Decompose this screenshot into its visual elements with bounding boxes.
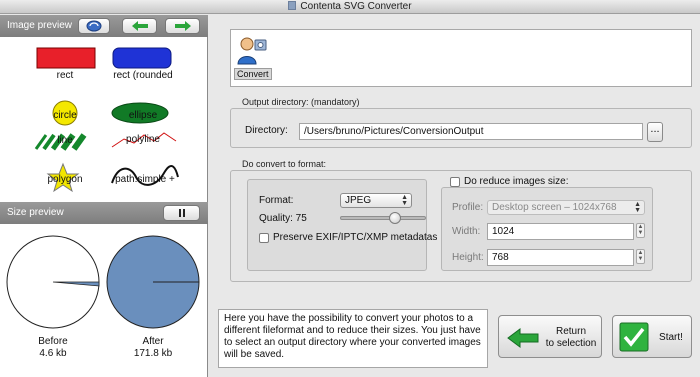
image-preview-header: Image preview — [0, 15, 208, 37]
quality-label: Quality: 75 — [259, 213, 307, 224]
thumb-label: rect (rounded — [113, 70, 173, 81]
preserve-metadata-checkbox[interactable] — [259, 233, 269, 243]
reduce-size-label: Do reduce images size: — [464, 176, 569, 187]
output-group-title: Output directory: (mandatory) — [242, 97, 360, 107]
convert-label: Convert — [234, 68, 272, 80]
format-outer-group: Format: JPEG ▲ ▼ Quality: 75 Preserve EXI… — [230, 170, 692, 282]
title-bar: Contenta SVG Converter — [0, 0, 700, 14]
left-panel: Image preview rect rect (rounded circle … — [0, 15, 208, 377]
start-button[interactable]: Start! — [612, 315, 692, 358]
checkmark-icon — [619, 322, 649, 352]
window-title-wrap: Contenta SVG Converter — [0, 1, 700, 12]
after-caption: After 171.8 kb — [108, 336, 198, 360]
select-arrows-icon: ▲ ▼ — [401, 194, 408, 207]
rect-thumbnail — [36, 47, 96, 69]
before-caption: Before 4.6 kb — [8, 336, 98, 360]
directory-field[interactable]: /Users/bruno/Pictures/ConversionOutput — [299, 123, 643, 140]
return-label: Return to selection — [543, 326, 599, 350]
select-arrows-icon: ▲ ▼ — [634, 201, 641, 214]
refresh-icon — [86, 20, 102, 32]
directory-label: Directory: — [245, 125, 288, 136]
reduce-size-checkbox[interactable] — [450, 177, 460, 187]
thumb-label: circle — [53, 110, 77, 121]
pause-icon — [178, 209, 185, 217]
profile-label: Profile: — [452, 202, 484, 213]
convert-person-icon — [237, 37, 267, 65]
thumb-label: rect — [56, 70, 74, 81]
image-preview-label: Image preview — [7, 20, 73, 31]
quality-slider-track[interactable] — [340, 216, 426, 220]
preserve-metadata-label: Preserve EXIF/IPTC/XMP metadatas — [273, 232, 438, 243]
thumb-label: line — [57, 135, 73, 146]
width-label: Width: — [452, 226, 481, 237]
format-select-value: JPEG — [345, 195, 372, 206]
reduce-box: Profile: Desktop screen – 1024x768 ▲ ▼ Wi… — [441, 187, 653, 271]
window-title: Contenta SVG Converter — [300, 1, 412, 12]
quality-slider-knob[interactable] — [389, 212, 401, 224]
before-label: Before — [38, 336, 68, 347]
format-group-title: Do convert to format: — [242, 159, 327, 169]
height-field[interactable]: 768 — [487, 249, 634, 266]
return-to-selection-button[interactable]: Return to selection — [498, 315, 602, 358]
arrow-right-icon — [174, 21, 191, 31]
width-field[interactable]: 1024 — [487, 223, 634, 240]
profile-select-value: Desktop screen – 1024x768 — [492, 202, 617, 213]
output-group: Directory: /Users/bruno/Pictures/Convers… — [230, 108, 692, 148]
convert-tool-button[interactable]: Convert — [234, 34, 272, 80]
browse-button[interactable]: ... — [647, 122, 663, 142]
size-preview-header: Size preview — [0, 202, 208, 224]
reload-button[interactable] — [78, 18, 110, 34]
help-text: Here you have the possibility to convert… — [218, 309, 488, 368]
app-icon — [288, 1, 297, 10]
return-label-line1: Return — [555, 326, 586, 337]
pause-button[interactable] — [163, 205, 200, 221]
format-label: Format: — [259, 195, 294, 206]
height-label: Height: — [452, 252, 484, 263]
format-select[interactable]: JPEG ▲ ▼ — [340, 193, 412, 208]
profile-select[interactable]: Desktop screen – 1024x768 ▲ ▼ — [487, 200, 645, 215]
rounded-rect-thumbnail — [112, 47, 172, 69]
thumb-label: polyline — [126, 134, 160, 145]
arrow-left-icon — [507, 328, 539, 348]
before-size: 4.6 kb — [39, 348, 67, 359]
tool-area: Convert — [230, 29, 692, 87]
start-label: Start! — [659, 332, 683, 343]
thumb-label: ellipse — [128, 110, 158, 121]
thumb-label: polygon — [47, 174, 83, 185]
thumb-label: path:simple + — [115, 174, 175, 185]
height-stepper[interactable]: ▲ ▼ — [636, 249, 645, 264]
previous-image-button[interactable] — [122, 18, 157, 34]
arrow-left-icon — [131, 21, 148, 31]
format-box: Format: JPEG ▲ ▼ Quality: 75 Preserve EXI… — [247, 179, 437, 271]
size-preview-canvas — [6, 235, 200, 329]
after-label: After — [142, 336, 164, 347]
return-label-line2: to selection — [545, 338, 597, 349]
next-image-button[interactable] — [165, 18, 200, 34]
after-size: 171.8 kb — [133, 348, 173, 359]
size-preview-label: Size preview — [7, 207, 64, 218]
width-stepper[interactable]: ▲ ▼ — [636, 223, 645, 238]
